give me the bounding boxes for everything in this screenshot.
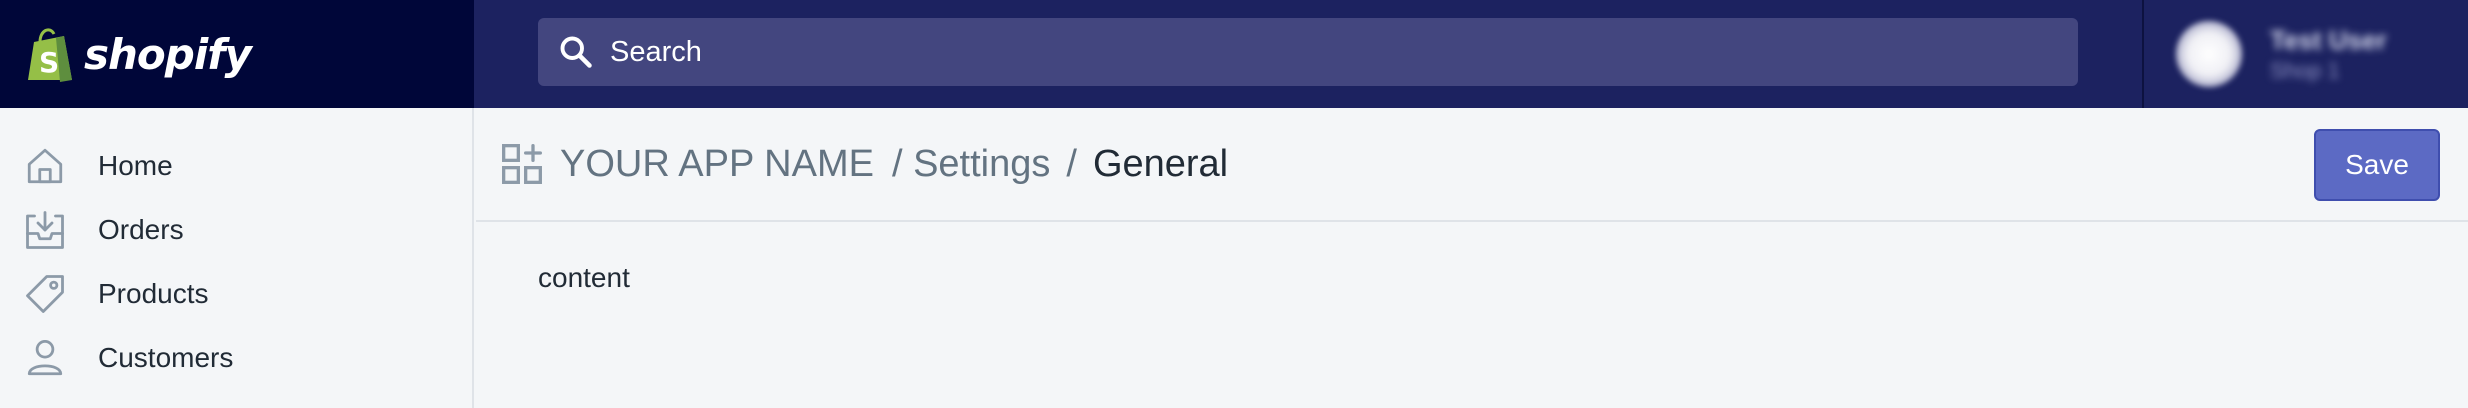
- page-header: YOUR APP NAME / Settings / General Save: [476, 108, 2468, 222]
- sidebar-item-label: Products: [98, 278, 209, 309]
- page-title: General: [1092, 142, 1229, 185]
- apps-icon: [502, 144, 542, 184]
- save-button[interactable]: Save: [2314, 129, 2440, 201]
- sidebar-item-label: Home: [98, 150, 173, 181]
- avatar[interactable]: [2176, 21, 2242, 87]
- shopify-bag-icon: S: [28, 28, 72, 82]
- tag-icon: [26, 275, 64, 313]
- sidebar-item-customers[interactable]: Customers: [0, 326, 472, 390]
- search-input[interactable]: [608, 34, 2078, 70]
- logo[interactable]: S shopify: [0, 0, 474, 108]
- brand-name: shopify: [84, 29, 252, 79]
- sidebar-item-label: Orders: [98, 214, 184, 245]
- user-shop: Shop 1: [2270, 58, 2340, 83]
- user-info: Test User Shop 1: [2270, 23, 2387, 85]
- user-name: Test User: [2270, 25, 2387, 55]
- home-icon: [27, 148, 63, 184]
- main-content: content: [538, 262, 630, 293]
- svg-text:S: S: [39, 46, 59, 79]
- orders-icon: [26, 211, 64, 249]
- breadcrumb: YOUR APP NAME / Settings / General: [560, 143, 1228, 186]
- sidebar-item-orders[interactable]: Orders: [0, 198, 472, 262]
- user-menu[interactable]: Test User Shop 1: [2142, 0, 2468, 108]
- search-bar[interactable]: [538, 18, 2078, 86]
- sidebar-item-label: Customers: [98, 342, 234, 373]
- sidebar: Home Orders Products Customers: [0, 108, 474, 408]
- sidebar-item-products[interactable]: Products: [0, 262, 472, 326]
- person-icon: [27, 339, 63, 376]
- top-bar: S shopify Test User Shop 1: [0, 0, 2468, 108]
- breadcrumb-settings[interactable]: / Settings: [892, 143, 1050, 186]
- breadcrumb-app-name[interactable]: YOUR APP NAME: [560, 143, 874, 186]
- sidebar-item-home[interactable]: Home: [0, 134, 472, 198]
- search-icon: [560, 36, 592, 68]
- breadcrumb-separator: /: [1066, 142, 1077, 185]
